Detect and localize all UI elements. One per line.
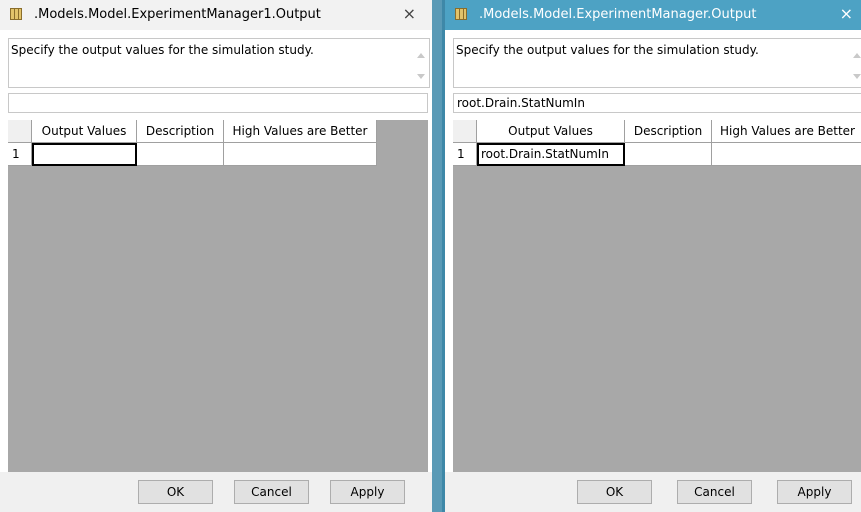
variable-input[interactable] — [8, 93, 428, 113]
description-scrollbar[interactable] — [413, 39, 429, 87]
close-icon[interactable]: × — [403, 4, 416, 24]
window-title: .Models.Model.ExperimentManager1.Output — [34, 7, 321, 22]
right-output-dialog: .Models.Model.ExperimentManager.Output ×… — [442, 0, 861, 512]
scroll-up-icon[interactable] — [853, 53, 861, 58]
left-title-bar[interactable]: .Models.Model.ExperimentManager1.Output … — [0, 0, 432, 30]
button-bar: OK Cancel Apply — [0, 472, 432, 512]
cancel-button[interactable]: Cancel — [677, 480, 752, 504]
column-header-high-values-better[interactable]: High Values are Better — [712, 120, 861, 143]
window-title: .Models.Model.ExperimentManager.Output — [479, 7, 757, 22]
description-box: Specify the output values for the simula… — [8, 38, 430, 88]
output-values-grid: Output Values Description High Values ar… — [8, 120, 428, 472]
left-output-dialog: .Models.Model.ExperimentManager1.Output … — [0, 0, 432, 512]
cell-high-values-better[interactable] — [712, 143, 861, 166]
cell-description[interactable] — [137, 143, 224, 166]
row-header-1[interactable]: 1 — [453, 143, 477, 166]
ok-button[interactable]: OK — [138, 480, 213, 504]
grid-corner-header[interactable] — [453, 120, 477, 143]
scroll-down-icon[interactable] — [417, 74, 425, 79]
ok-button[interactable]: OK — [577, 480, 652, 504]
cell-high-values-better[interactable] — [224, 143, 377, 166]
button-bar: OK Cancel Apply — [445, 472, 861, 512]
grid-corner-header[interactable] — [8, 120, 32, 143]
cell-output-value[interactable]: root.Drain.StatNumIn — [477, 143, 625, 166]
table-icon — [455, 8, 467, 20]
output-values-grid: Output Values Description High Values ar… — [453, 120, 861, 472]
column-header-high-values-better[interactable]: High Values are Better — [224, 120, 377, 143]
scroll-down-icon[interactable] — [853, 74, 861, 79]
column-header-description[interactable]: Description — [625, 120, 712, 143]
row-header-1[interactable]: 1 — [8, 143, 32, 166]
window-separator — [432, 0, 442, 512]
apply-button[interactable]: Apply — [330, 480, 405, 504]
scroll-up-icon[interactable] — [417, 53, 425, 58]
description-text: Specify the output values for the simula… — [456, 43, 759, 57]
column-header-description[interactable]: Description — [137, 120, 224, 143]
table-icon — [10, 8, 22, 20]
cell-description[interactable] — [625, 143, 712, 166]
variable-input[interactable] — [453, 93, 861, 113]
description-text: Specify the output values for the simula… — [11, 43, 314, 57]
close-icon[interactable]: × — [840, 4, 853, 24]
column-header-output-values[interactable]: Output Values — [32, 120, 137, 143]
cancel-button[interactable]: Cancel — [234, 480, 309, 504]
cell-output-value[interactable] — [32, 143, 137, 166]
apply-button[interactable]: Apply — [777, 480, 852, 504]
description-box: Specify the output values for the simula… — [453, 38, 861, 88]
description-scrollbar[interactable] — [849, 39, 861, 87]
right-title-bar[interactable]: .Models.Model.ExperimentManager.Output × — [445, 0, 861, 30]
column-header-output-values[interactable]: Output Values — [477, 120, 625, 143]
